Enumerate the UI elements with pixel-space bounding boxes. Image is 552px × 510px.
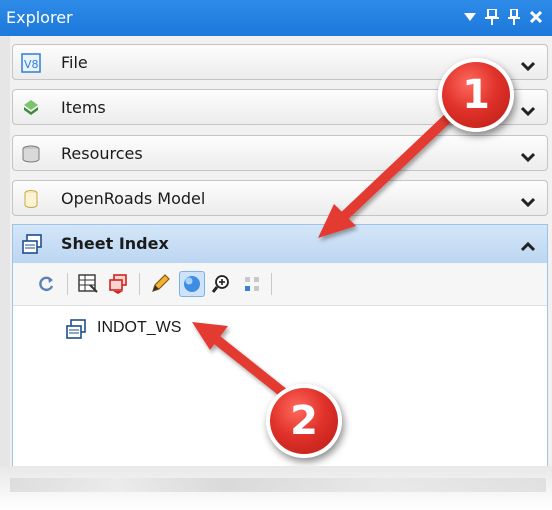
toolbar-separator <box>271 273 272 295</box>
section-label: File <box>61 53 88 72</box>
auto-hide-pin-icon[interactable] <box>484 6 500 28</box>
model-icon <box>21 189 41 209</box>
chevron-up-icon[interactable] <box>520 237 536 256</box>
section-resources[interactable]: Resources <box>12 135 548 171</box>
chevron-down-icon[interactable] <box>520 192 536 211</box>
section-label: OpenRoads Model <box>61 189 206 208</box>
toolbar-separator <box>67 273 68 295</box>
tree-item-label: INDOT_WS <box>97 319 182 336</box>
blurred-bar <box>10 478 546 492</box>
pin-icon[interactable] <box>506 6 522 28</box>
sheet-index-icon <box>65 318 87 340</box>
grid-properties-icon[interactable] <box>75 271 101 297</box>
section-openroads-model[interactable]: OpenRoads Model <box>12 180 548 216</box>
window-title: Explorer <box>6 8 73 27</box>
svg-text:V8: V8 <box>24 58 39 71</box>
database-icon <box>21 144 41 164</box>
sheet-index-toolbar <box>13 263 547 306</box>
close-icon[interactable] <box>528 6 544 28</box>
items-icon <box>21 98 41 118</box>
callout-badge-1: 1 <box>438 58 514 132</box>
callout-badge-2: 2 <box>266 384 342 458</box>
sheet-index-icon <box>21 233 43 255</box>
v8-icon: V8 <box>21 53 41 73</box>
section-label: Resources <box>61 144 143 163</box>
sheets-red-icon[interactable] <box>105 271 131 297</box>
explorer-titlebar: Explorer <box>0 0 552 36</box>
zoom-icon[interactable] <box>209 271 235 297</box>
sheet-index-label: Sheet Index <box>61 234 169 253</box>
pencil-icon[interactable] <box>147 271 173 297</box>
sheet-index-header[interactable]: Sheet Index <box>13 225 547 263</box>
section-label: Items <box>61 98 106 117</box>
refresh-icon[interactable] <box>33 271 59 297</box>
window-controls <box>462 6 544 28</box>
sphere-icon[interactable] <box>179 271 205 297</box>
chevron-down-icon[interactable] <box>520 56 536 75</box>
bottom-fade <box>0 466 552 510</box>
dots-grid-icon[interactable] <box>239 271 265 297</box>
toolbar-separator <box>139 273 140 295</box>
dropdown-arrow-icon[interactable] <box>462 6 478 28</box>
chevron-down-icon[interactable] <box>520 147 536 166</box>
chevron-down-icon[interactable] <box>520 101 536 120</box>
panel-left-rail <box>0 36 10 466</box>
